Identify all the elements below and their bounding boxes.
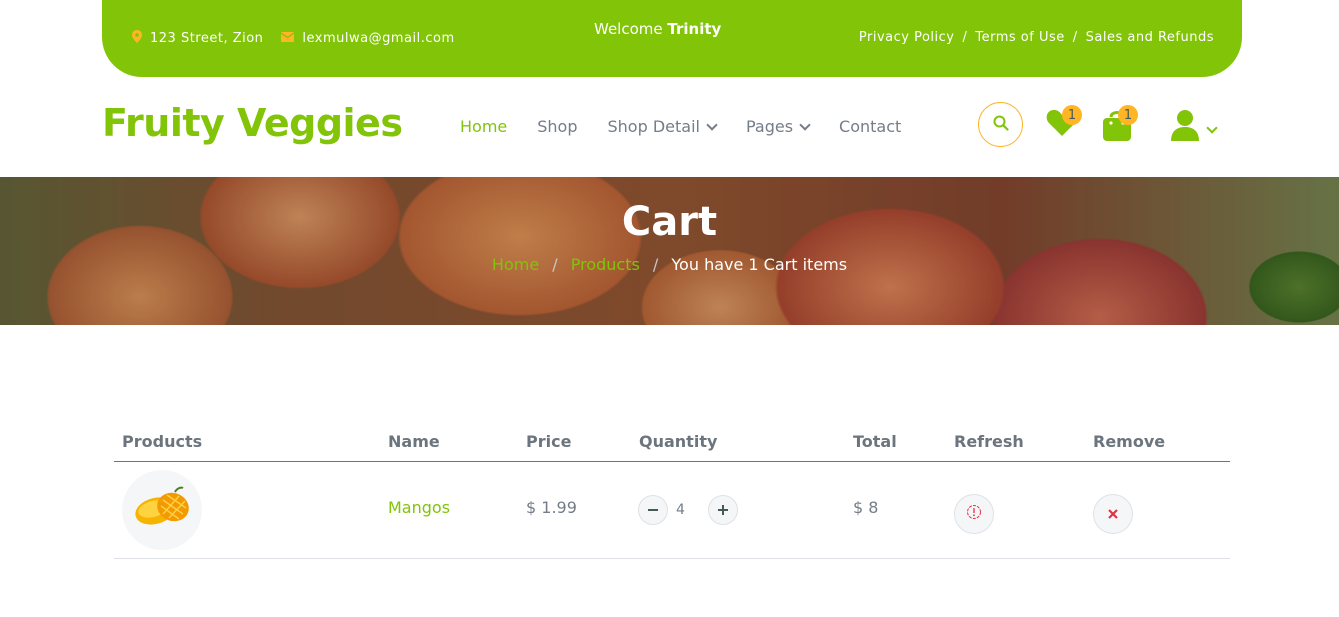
link-separator: / [1072,30,1078,45]
chevron-down-icon [1206,122,1218,134]
contact-info: 123 Street, Zion lexmulwa@gmail.com [132,30,455,47]
plus-icon [717,500,729,521]
terms-of-use-link[interactable]: Terms of Use [975,30,1064,45]
header-quantity: Quantity [639,432,718,451]
sales-refunds-link[interactable]: Sales and Refunds [1086,30,1214,45]
main-nav: Home Shop Shop Detail Pages Contact [460,117,901,136]
cart-table: Products Name Price Quantity Total Refre… [114,428,1230,559]
address-item: 123 Street, Zion [132,30,263,47]
header-remove: Remove [1093,432,1166,451]
site-logo[interactable]: Fruity Veggies [102,101,403,145]
email-item: lexmulwa@gmail.com [281,31,454,46]
breadcrumb-separator: / [652,255,659,274]
nav-home[interactable]: Home [460,117,507,136]
quantity-decrease-button[interactable] [638,495,668,525]
breadcrumb-products[interactable]: Products [571,255,640,274]
wishlist-count-badge: 1 [1062,105,1082,125]
shopping-bag-icon [1102,111,1132,145]
table-header: Products Name Price Quantity Total Refre… [114,428,1230,462]
nav-pages[interactable]: Pages [745,117,811,136]
minus-icon [647,500,659,521]
breadcrumb-home[interactable]: Home [492,255,539,274]
wishlist-button[interactable]: 1 [1046,105,1082,141]
breadcrumb-separator: / [552,255,558,274]
quantity-value[interactable]: 4 [676,502,685,518]
breadcrumb: Home / Products / You have 1 Cart items [0,255,1339,274]
policy-links: Privacy Policy / Terms of Use / Sales an… [859,30,1214,45]
page-title: Cart [621,199,718,245]
mango-image [133,486,191,534]
cart-button[interactable]: 1 [1102,105,1138,145]
chevron-down-icon [799,119,811,131]
product-thumbnail [122,470,202,550]
map-marker-icon [132,30,142,47]
banner-leaf-decoration [1219,237,1339,325]
cart-count-badge: 1 [1118,105,1138,125]
link-separator: / [962,30,968,45]
chevron-down-icon [706,119,718,131]
top-bar: 123 Street, Zion lexmulwa@gmail.com Welc… [102,0,1242,77]
refresh-icon [966,504,982,524]
search-button[interactable] [978,102,1023,147]
breadcrumb-current: You have 1 Cart items [671,255,848,274]
header-price: Price [526,432,572,451]
main-header: Fruity Veggies Home Shop Shop Detail Pag… [0,77,1339,177]
header-name: Name [388,432,440,451]
user-icon [1170,109,1200,145]
header-total: Total [853,432,897,451]
nav-contact[interactable]: Contact [839,117,901,136]
address-text[interactable]: 123 Street, Zion [150,31,263,46]
refresh-button[interactable] [954,494,994,534]
quantity-increase-button[interactable] [708,495,738,525]
header-refresh: Refresh [954,432,1024,451]
nav-shop-detail[interactable]: Shop Detail [607,117,718,136]
close-icon [1107,505,1119,524]
nav-pages-label: Pages [745,117,794,136]
search-icon [993,115,1009,135]
product-total: $ 8 [853,498,879,517]
table-row: Mangos $ 1.99 4 $ 8 [114,462,1230,559]
product-price: $ 1.99 [526,498,577,517]
remove-button[interactable] [1093,494,1133,534]
email-text[interactable]: lexmulwa@gmail.com [302,31,454,46]
envelope-icon [281,31,295,46]
privacy-policy-link[interactable]: Privacy Policy [859,30,955,45]
user-menu-button[interactable] [1170,109,1218,145]
page-banner: Cart Home / Products / You have 1 Cart i… [0,177,1339,325]
welcome-message: Welcome Trinity [594,20,721,38]
header-products: Products [122,432,203,451]
nav-shop[interactable]: Shop [537,117,577,136]
product-name[interactable]: Mangos [388,498,450,517]
welcome-user: Trinity [667,20,722,38]
nav-shop-detail-label: Shop Detail [607,117,700,136]
welcome-prefix: Welcome [594,20,663,38]
